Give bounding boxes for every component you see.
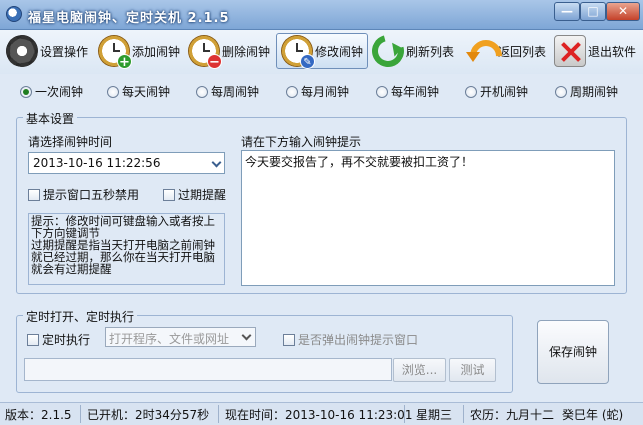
radio-periodic[interactable]: 周期闹钟 xyxy=(555,83,618,100)
radio-once[interactable]: 一次闹钟 xyxy=(20,83,83,100)
alarm-time-picker[interactable]: 2013-10-16 11:22:56 xyxy=(28,152,225,174)
add-alarm-label: 添加闹钟 xyxy=(132,44,181,59)
status-bar: 版本：2.1.5 已开机：2时34分57秒 现在时间：2013-10-16 11… xyxy=(0,402,643,425)
toolbar: 设置操作 + 添加闹钟 − 删除闹钟 ✎ 修改闹钟 刷新列表 返回列表 退出软件 xyxy=(0,29,643,74)
radio-weekly[interactable]: 每周闹钟 xyxy=(196,83,259,100)
scheduled-execute-checkbox[interactable]: 定时执行 xyxy=(27,331,90,348)
execute-target-select[interactable]: 打开程序、文件或网址 xyxy=(105,327,256,347)
minimize-button[interactable]: — xyxy=(554,2,580,21)
radio-startup-label: 开机闹钟 xyxy=(480,85,529,99)
radio-monthly[interactable]: 每月闹钟 xyxy=(286,83,349,100)
uptime-text: 已开机：2时34分57秒 xyxy=(87,408,210,422)
test-button[interactable]: 测试 xyxy=(449,358,496,382)
checkbox-box xyxy=(163,188,175,201)
radio-dot xyxy=(107,85,119,98)
radio-yearly[interactable]: 每年闹钟 xyxy=(376,83,439,100)
message-label: 请在下方输入闹钟提示 xyxy=(241,135,362,149)
alarm-time-value: 2013-10-16 11:22:56 xyxy=(33,156,161,170)
expired-remind-checkbox[interactable]: 过期提醒 xyxy=(163,186,226,203)
delete-alarm-label: 删除闹钟 xyxy=(222,44,271,59)
refresh-list-button[interactable]: 刷新列表 xyxy=(366,29,458,73)
window-title: 福星电脑闹钟、定时关机 2.1.5 xyxy=(28,11,230,26)
checkbox-box xyxy=(283,333,295,346)
radio-periodic-label: 周期闹钟 xyxy=(570,85,619,99)
current-time-text: 现在时间：2013-10-16 11:23:01 xyxy=(225,408,413,422)
radio-daily-label: 每天闹钟 xyxy=(122,85,171,99)
lunar-date-text: 农历：九月十二 xyxy=(470,408,555,422)
radio-dot xyxy=(286,85,298,98)
radio-startup[interactable]: 开机闹钟 xyxy=(465,83,528,100)
exit-label: 退出软件 xyxy=(588,44,637,59)
gear-icon xyxy=(6,35,38,67)
checkbox-box xyxy=(27,333,39,346)
scheduled-execute-label: 定时执行 xyxy=(42,333,91,347)
settings-button[interactable]: 设置操作 xyxy=(2,33,92,69)
show-popup-label: 是否弹出闹钟提示窗口 xyxy=(298,333,419,347)
alarm-delete-icon: − xyxy=(188,35,222,70)
edit-alarm-label: 修改闹钟 xyxy=(315,44,364,59)
settings-label: 设置操作 xyxy=(40,44,89,59)
alarm-message-textarea[interactable]: 今天要交报告了，再不交就要被扣工资了！ xyxy=(241,150,615,286)
basic-settings-title: 基本设置 xyxy=(23,110,78,127)
alarm-message-value: 今天要交报告了，再不交就要被扣工资了！ xyxy=(245,155,474,169)
add-alarm-button[interactable]: + 添加闹钟 xyxy=(94,33,184,70)
radio-monthly-label: 每月闹钟 xyxy=(301,85,350,99)
save-alarm-button[interactable]: 保存闹钟 xyxy=(537,320,609,384)
refresh-list-label: 刷新列表 xyxy=(406,44,455,59)
weekday-text: 星期三 xyxy=(416,408,453,422)
expired-remind-label: 过期提醒 xyxy=(178,188,227,202)
scheduled-execute-title: 定时打开、定时执行 xyxy=(23,308,138,325)
execute-target-placeholder: 打开程序、文件或网址 xyxy=(109,332,230,346)
exit-icon xyxy=(554,35,586,67)
version-text: 版本：2.1.5 xyxy=(5,408,72,422)
tip-content: 提示：修改时间可键盘输入或者按上下方向键调节 过期提醒是指当天打开电脑之前闹钟就… xyxy=(31,214,215,276)
delete-alarm-button[interactable]: − 删除闹钟 xyxy=(184,33,274,70)
disable-popup-checkbox[interactable]: 提示窗口五秒禁用 xyxy=(28,186,139,203)
lunar-year-text: 癸巳年 (蛇) xyxy=(562,408,624,422)
path-input[interactable] xyxy=(24,358,392,381)
radio-dot xyxy=(196,85,208,98)
maximize-button[interactable]: □ xyxy=(580,2,606,21)
radio-dot xyxy=(20,85,32,98)
chevron-down-icon[interactable] xyxy=(211,157,222,168)
close-button[interactable]: ✕ xyxy=(606,2,640,21)
radio-daily[interactable]: 每天闹钟 xyxy=(107,83,170,100)
exit-button[interactable]: 退出软件 xyxy=(550,33,640,69)
disable-popup-label: 提示窗口五秒禁用 xyxy=(43,188,140,202)
alarm-edit-icon: ✎ xyxy=(281,35,315,69)
title-bar: 福星电脑闹钟、定时关机 2.1.5 — □ ✕ xyxy=(0,0,643,30)
refresh-icon xyxy=(366,29,410,73)
radio-once-label: 一次闹钟 xyxy=(35,85,84,99)
back-to-list-label: 返回列表 xyxy=(498,44,547,59)
tip-text: 提示：修改时间可键盘输入或者按上下方向键调节 过期提醒是指当天打开电脑之前闹钟就… xyxy=(28,213,225,285)
alarm-time-label: 请选择闹钟时间 xyxy=(28,135,113,149)
back-arrow-icon xyxy=(464,35,496,67)
radio-yearly-label: 每年闹钟 xyxy=(391,85,440,99)
alarm-add-icon: + xyxy=(98,35,132,70)
back-to-list-button[interactable]: 返回列表 xyxy=(460,33,550,69)
radio-dot xyxy=(555,85,567,98)
radio-weekly-label: 每周闹钟 xyxy=(211,85,260,99)
checkbox-box xyxy=(28,188,40,201)
radio-dot xyxy=(376,85,388,98)
alarm-type-radio-group: 一次闹钟 每天闹钟 每周闹钟 每月闹钟 每年闹钟 开机闹钟 周期闹钟 xyxy=(0,78,643,102)
edit-alarm-button[interactable]: ✎ 修改闹钟 xyxy=(276,33,369,69)
show-popup-checkbox[interactable]: 是否弹出闹钟提示窗口 xyxy=(283,331,418,348)
browse-button[interactable]: 浏览... xyxy=(393,358,446,382)
radio-dot xyxy=(465,85,477,98)
app-clock-icon xyxy=(6,6,22,22)
chevron-down-icon[interactable] xyxy=(241,330,252,341)
